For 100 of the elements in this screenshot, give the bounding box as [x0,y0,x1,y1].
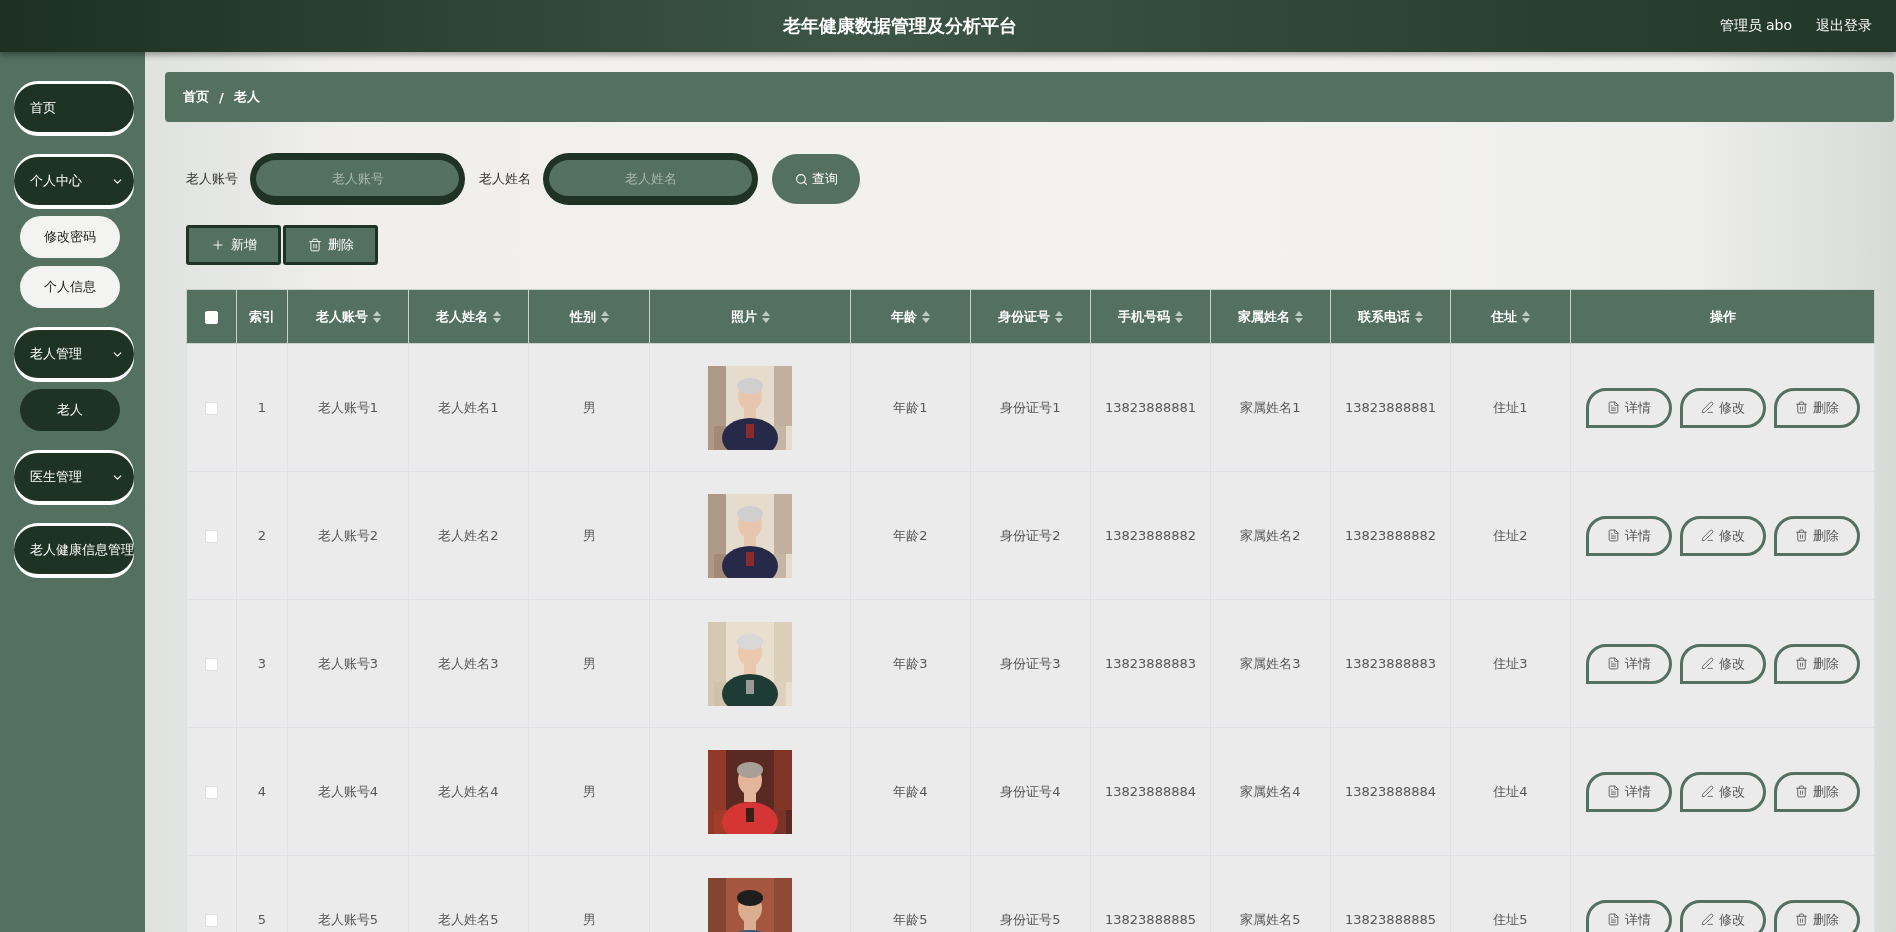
column-header[interactable]: 身份证号 [998,307,1063,326]
column-header[interactable]: 性别 [569,307,609,326]
table-cell: 老人姓名2 [438,527,499,543]
table-cell: 老人账号2 [317,527,379,543]
edit-button[interactable]: 修改 [1679,515,1766,556]
table-cell: 住址2 [1493,527,1528,543]
document-icon [1606,785,1620,798]
add-button[interactable]: 新增 [186,225,281,265]
column-header[interactable]: 家属姓名 [1238,307,1303,326]
table-cell: 年龄3 [893,655,928,671]
column-header: 索引 [249,307,275,326]
table-cell: 家属姓名4 [1240,783,1301,799]
column-header[interactable]: 年龄 [891,307,930,326]
table-cell: 年龄2 [893,527,928,543]
sort-icon[interactable] [493,310,501,323]
table-cell: 男 [582,655,596,671]
table-cell: 家属姓名5 [1240,911,1301,927]
row-checkbox[interactable] [205,530,218,543]
plus-icon [210,238,225,252]
select-all-checkbox[interactable] [205,311,218,324]
table-cell: 男 [582,399,596,415]
edit-button[interactable]: 修改 [1679,643,1766,684]
table-cell: 年龄4 [893,783,928,799]
table-cell: 老人账号3 [317,655,379,671]
table-cell: 13823888884 [1345,784,1436,799]
user-name[interactable]: 管理员 abo [1719,17,1792,35]
table-cell: 年龄1 [893,399,928,415]
column-header[interactable]: 老人姓名 [436,307,501,326]
table-cell: 13823888883 [1105,656,1196,671]
delete-button[interactable]: 删除 [1773,899,1860,932]
column-header[interactable]: 手机号码 [1118,307,1183,326]
app-title: 老年健康数据管理及分析平台 [781,14,1018,38]
table-cell: 13823888883 [1345,656,1436,671]
delete-button[interactable]: 删除 [1773,515,1860,556]
sort-icon[interactable] [761,310,770,323]
table-cell: 老人账号1 [317,399,379,415]
row-checkbox[interactable] [205,658,218,671]
sort-icon[interactable] [1175,310,1183,323]
pencil-icon [1700,657,1714,670]
column-header[interactable]: 联系电话 [1358,307,1423,326]
table-cell: 住址1 [1493,399,1528,415]
edit-button[interactable]: 修改 [1679,771,1766,812]
trash-icon [1794,657,1808,670]
sort-icon[interactable] [1295,310,1303,323]
delete-button[interactable]: 删除 [283,225,378,265]
table-cell: 家属姓名3 [1240,655,1301,671]
sort-icon[interactable] [600,310,609,323]
detail-button[interactable]: 详情 [1585,643,1672,684]
row-checkbox[interactable] [205,402,218,415]
pencil-icon [1700,913,1714,926]
table-cell: 家属姓名1 [1240,399,1301,415]
table-cell: 老人账号5 [317,911,379,927]
row-checkbox[interactable] [205,914,218,927]
sort-icon[interactable] [1415,310,1423,323]
detail-button[interactable]: 详情 [1585,899,1672,932]
table-cell: 13823888885 [1105,912,1196,927]
trash-icon [1794,529,1808,542]
query-button[interactable]: 查询 [772,154,860,204]
delete-button[interactable]: 删除 [1773,387,1860,428]
detail-button[interactable]: 详情 [1585,387,1672,428]
sort-icon[interactable] [372,310,381,323]
search-field[interactable]: 老人姓名 [543,153,758,205]
pencil-icon [1700,401,1714,414]
sort-icon[interactable] [922,310,930,323]
breadcrumb-link[interactable]: 首页 [183,88,209,106]
table-cell: 家属姓名2 [1240,527,1301,543]
column-header[interactable]: 照片 [730,307,770,326]
table-cell: 男 [582,911,596,927]
table-cell: 1 [257,400,267,415]
table-cell: 5 [257,912,267,927]
edit-button[interactable]: 修改 [1679,387,1766,428]
table-cell: 4 [257,784,267,799]
table-cell: 老人姓名1 [438,399,499,415]
column-header[interactable]: 住址 [1491,307,1530,326]
pencil-icon [1700,529,1714,542]
table-cell: 男 [582,527,596,543]
column-header[interactable]: 老人账号 [315,307,381,326]
detail-button[interactable]: 详情 [1585,515,1672,556]
table-cell: 身份证号3 [1000,655,1061,671]
row-checkbox[interactable] [205,786,218,799]
search-field[interactable]: 老人账号 [250,153,465,205]
logout-link[interactable]: 退出登录 [1816,17,1872,35]
delete-button[interactable]: 删除 [1773,643,1860,684]
sort-icon[interactable] [1055,310,1063,323]
table-cell: 老人姓名5 [438,911,499,927]
delete-button[interactable]: 删除 [1773,771,1860,812]
sidebar-subitem[interactable]: 老人 [20,389,120,431]
table-cell: 3 [257,656,267,671]
field-label: 老人账号 [186,170,238,188]
breadcrumb-link[interactable]: 老人 [233,88,260,106]
edit-button[interactable]: 修改 [1679,899,1766,932]
column-header: 操作 [1709,307,1736,326]
table-cell: 身份证号5 [1000,911,1061,927]
document-icon [1606,401,1620,414]
detail-button[interactable]: 详情 [1585,771,1672,812]
sidebar-subitem[interactable]: 修改密码 [20,216,120,258]
sort-icon[interactable] [1522,310,1530,323]
pencil-icon [1700,785,1714,798]
breadcrumb-separator: / [219,89,224,105]
sidebar-subitem[interactable]: 个人信息 [20,266,120,308]
